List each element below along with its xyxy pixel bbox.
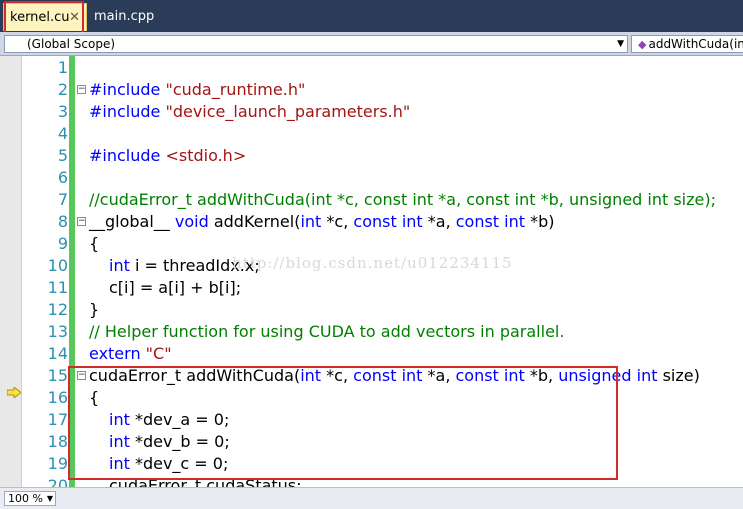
line-number: 14 <box>47 344 68 363</box>
keyword: const int <box>455 212 526 231</box>
keyword: int <box>300 366 322 385</box>
code-line-18: int *dev_b = 0; <box>109 431 230 453</box>
code-token: cudaError_t addWithCuda( <box>89 366 301 385</box>
line-number: 20 <box>47 476 68 487</box>
line-number: 9 <box>57 234 68 253</box>
code-line-5: #include <stdio.h> <box>89 145 246 167</box>
line-number: 12 <box>47 300 68 319</box>
code-editor[interactable]: 1 2 3 4 5 6 7 8 9 10 11 12 13 14 15 16 1… <box>0 56 743 487</box>
member-dropdown[interactable]: ◆ addWithCuda(in <box>631 35 743 53</box>
keyword: int <box>109 256 130 275</box>
code-token: *dev_c = 0; <box>129 454 229 473</box>
line-number: 17 <box>47 410 68 429</box>
tab-kernel-cu-label: kernel.cu <box>10 10 70 25</box>
keyword: const int <box>455 366 525 385</box>
code-line-9: { <box>89 234 100 253</box>
keyword: extern <box>89 344 146 363</box>
chevron-down-icon[interactable]: ▼ <box>617 36 624 52</box>
line-number: 18 <box>47 432 68 451</box>
line-number: 16 <box>47 388 68 407</box>
tab-kernel-cu[interactable]: kernel.cu ✕ <box>3 3 87 31</box>
line-number: 11 <box>47 278 68 297</box>
zoom-value: 100 % <box>8 492 43 505</box>
keyword: int <box>109 454 130 473</box>
code-line-20: cudaError_t cudaStatus; <box>109 476 302 487</box>
code-token: *c, <box>321 212 354 231</box>
code-line-12: } <box>89 300 100 319</box>
preprocessor-directive: #include <box>89 80 166 99</box>
code-line-2: #include "cuda_runtime.h" <box>89 79 305 101</box>
line-number: 8 <box>57 212 68 231</box>
scope-dropdown[interactable]: (Global Scope) ▼ <box>4 35 628 53</box>
code-token: *dev_a = 0; <box>129 410 230 429</box>
code-line-7: //cudaError_t addWithCuda(int *c, const … <box>89 190 716 209</box>
code-token: *dev_b = 0; <box>129 432 230 451</box>
line-number: 4 <box>57 124 68 143</box>
line-number: 2 <box>57 80 68 99</box>
preprocessor-directive: #include <box>89 146 166 165</box>
line-number: 1 <box>57 58 68 77</box>
line-number: 6 <box>57 168 68 187</box>
close-icon[interactable]: ✕ <box>69 4 80 32</box>
tab-main-cpp-label: main.cpp <box>94 9 155 24</box>
line-number: 15 <box>47 366 68 385</box>
method-icon: ◆ <box>638 38 647 51</box>
keyword: const int <box>353 212 423 231</box>
indicator-margin[interactable] <box>0 56 22 487</box>
document-tab-strip: kernel.cu ✕ main.cpp <box>0 0 743 32</box>
keyword: unsigned int <box>558 366 658 385</box>
code-line-15: cudaError_t addWithCuda(int *c, const in… <box>89 365 700 387</box>
collapse-icon[interactable]: − <box>77 371 86 380</box>
current-statement-arrow-icon <box>7 387 21 398</box>
line-number: 3 <box>57 102 68 121</box>
zoom-dropdown[interactable]: 100 % ▼ <box>4 491 56 506</box>
line-number: 19 <box>47 454 68 473</box>
code-line-17: int *dev_a = 0; <box>109 409 229 431</box>
string-literal: "C" <box>145 344 172 363</box>
collapse-icon[interactable]: − <box>77 217 86 226</box>
code-token: *b, <box>524 366 559 385</box>
keyword: void <box>174 212 209 231</box>
include-file: <stdio.h> <box>165 146 247 165</box>
code-token: __global__ <box>89 212 175 231</box>
tab-main-cpp[interactable]: main.cpp <box>88 3 160 31</box>
scope-value: (Global Scope) <box>27 37 116 51</box>
code-line-8: __global__ void addKernel(int *c, const … <box>89 211 555 233</box>
code-line-19: int *dev_c = 0; <box>109 453 228 475</box>
code-token: size) <box>657 366 700 385</box>
include-file: "device_launch_parameters.h" <box>165 102 411 121</box>
chevron-down-icon[interactable]: ▼ <box>47 492 53 505</box>
include-file: "cuda_runtime.h" <box>165 80 306 99</box>
line-number-gutter: 1 2 3 4 5 6 7 8 9 10 11 12 13 14 15 16 1… <box>22 56 68 487</box>
code-line-3: #include "device_launch_parameters.h" <box>89 101 410 123</box>
code-token: *b) <box>525 212 555 231</box>
code-token: *c, <box>321 366 354 385</box>
code-token: *a, <box>422 212 456 231</box>
code-line-16: { <box>89 388 100 407</box>
keyword: int <box>109 410 130 429</box>
keyword: int <box>109 432 130 451</box>
line-number: 7 <box>57 190 68 209</box>
code-token: *a, <box>422 366 456 385</box>
keyword: const int <box>353 366 423 385</box>
code-line-14: extern "C" <box>89 343 172 365</box>
code-line-13: // Helper function for using CUDA to add… <box>89 322 565 341</box>
line-number: 13 <box>47 322 68 341</box>
line-number: 10 <box>47 256 68 275</box>
preprocessor-directive: #include <box>89 102 166 121</box>
collapse-icon[interactable]: − <box>77 85 86 94</box>
member-value: addWithCuda(in <box>648 37 743 51</box>
code-line-11: c[i] = a[i] + b[i]; <box>109 278 242 297</box>
code-token: addKernel( <box>208 212 301 231</box>
navigation-bar: (Global Scope) ▼ ◆ addWithCuda(in <box>0 32 743 56</box>
keyword: int <box>300 212 322 231</box>
line-number: 5 <box>57 146 68 165</box>
watermark: http://blog.csdn.net/u012234115 <box>232 254 513 272</box>
editor-status-bar: 100 % ▼ <box>0 487 743 509</box>
